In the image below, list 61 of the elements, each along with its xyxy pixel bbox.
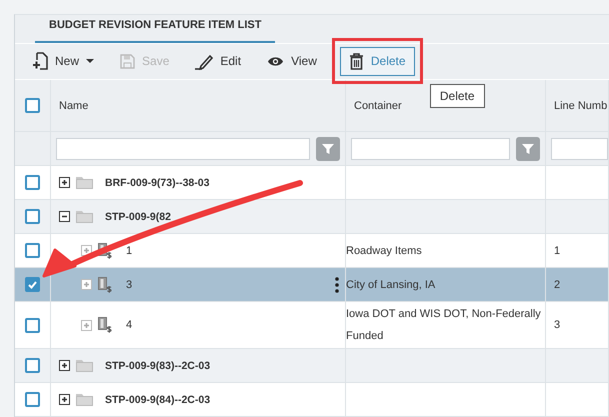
plus-icon <box>60 395 69 404</box>
row-name: STP-009-9(83)--2C-03 <box>105 360 210 372</box>
expand-toggle[interactable] <box>59 177 70 188</box>
row-name: 3 <box>126 278 132 290</box>
select-all-checkbox[interactable] <box>25 98 40 113</box>
folder-icon <box>76 393 93 406</box>
filter-button[interactable] <box>516 136 540 160</box>
row-checkbox[interactable] <box>25 209 40 224</box>
plus-icon <box>60 361 69 370</box>
expand-toggle[interactable] <box>81 320 92 330</box>
trash-icon <box>348 52 364 70</box>
table-cell <box>546 383 609 417</box>
eye-icon <box>267 56 284 67</box>
row-checkbox[interactable] <box>25 277 40 292</box>
collapse-toggle[interactable] <box>59 211 70 222</box>
row-name: BRF-009-9(73)--38-03 <box>105 176 210 188</box>
row-name: STP-009-9(84)--2C-03 <box>105 394 210 406</box>
document-dollar-icon <box>98 242 112 258</box>
document-dollar-icon <box>98 317 112 333</box>
new-button[interactable]: New <box>23 46 104 76</box>
view-button[interactable]: View <box>258 48 326 74</box>
filter-button[interactable] <box>316 136 340 160</box>
filter-field[interactable] <box>56 138 310 160</box>
row-checkbox[interactable] <box>25 392 40 407</box>
save-icon <box>120 54 136 69</box>
tooltip: Delete <box>430 84 485 108</box>
plus-icon <box>60 178 69 187</box>
plus-icon <box>82 320 91 330</box>
filter-icon <box>522 142 534 154</box>
table-cell: City of Lansing, IA <box>346 268 546 302</box>
table-cell <box>546 349 609 383</box>
table-cell: 2 <box>546 268 609 302</box>
expand-toggle[interactable] <box>59 360 70 371</box>
new-document-icon <box>32 52 48 70</box>
plus-icon <box>82 246 91 255</box>
row-checkbox[interactable] <box>25 175 40 190</box>
folder-icon <box>76 359 93 372</box>
tab[interactable]: BUDGET REVISION FEATURE ITEM LIST <box>35 18 276 43</box>
row-checkbox[interactable] <box>25 243 40 258</box>
plus-icon <box>82 280 91 289</box>
expand-toggle[interactable] <box>59 394 70 405</box>
folder-icon <box>76 176 93 189</box>
expand-toggle[interactable] <box>81 279 92 290</box>
pencil-icon <box>195 52 214 70</box>
table-cell <box>546 200 609 234</box>
filter-field[interactable] <box>351 138 510 160</box>
delete-button[interactable]: Delete <box>340 46 415 76</box>
column-header[interactable]: Line Numb <box>546 80 609 132</box>
folder-icon <box>76 210 93 223</box>
filter-field[interactable] <box>551 138 608 160</box>
document-dollar-icon <box>98 276 112 292</box>
more-options-icon[interactable] <box>335 277 339 293</box>
row-checkbox[interactable] <box>25 318 40 332</box>
filter-icon <box>322 142 334 154</box>
column-header[interactable]: Name <box>51 80 346 132</box>
edit-button[interactable]: Edit <box>186 46 250 76</box>
row-name: 1 <box>126 244 132 256</box>
row-name: 4 <box>126 319 132 331</box>
row-name: STP-009-9(82 <box>105 210 171 222</box>
row-checkbox[interactable] <box>25 358 40 373</box>
checkmark-icon <box>28 280 37 288</box>
